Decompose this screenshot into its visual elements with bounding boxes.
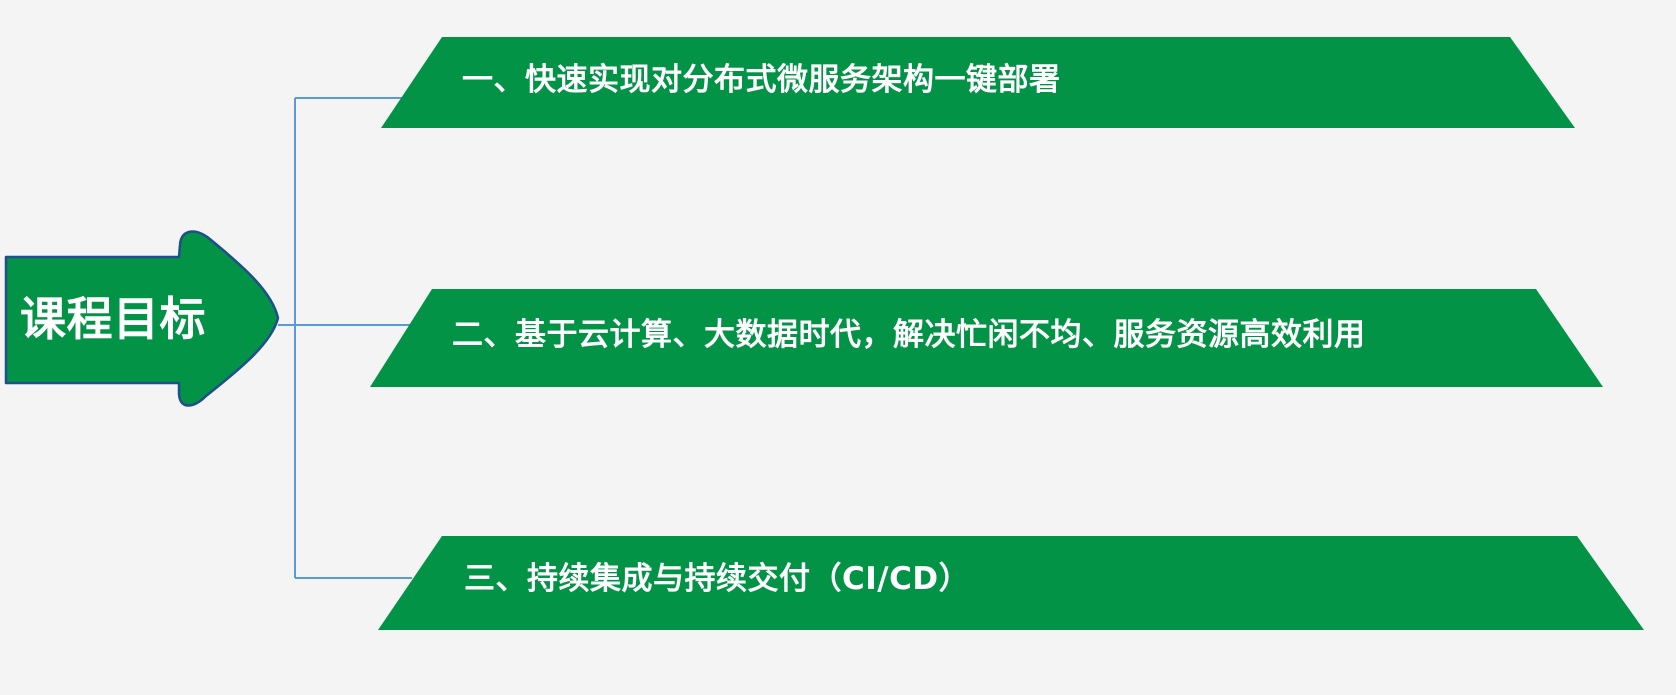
goal-3-label: 三、持续集成与持续交付（CI/CD） [464, 561, 971, 597]
arrow-label: 课程目标 [20, 292, 206, 346]
goal-1-label: 一、快速实现对分布式微服务架构一键部署 [462, 62, 1061, 98]
goal-2-label: 二、基于云计算、大数据时代，解决忙闲不均、服务资源高效利用 [452, 317, 1366, 353]
diagram-canvas: 课程目标 一、快速实现对分布式微服务架构一键部署 二、基于云计算、大数据时代，解… [0, 0, 1676, 695]
connector-lines [278, 97, 412, 579]
